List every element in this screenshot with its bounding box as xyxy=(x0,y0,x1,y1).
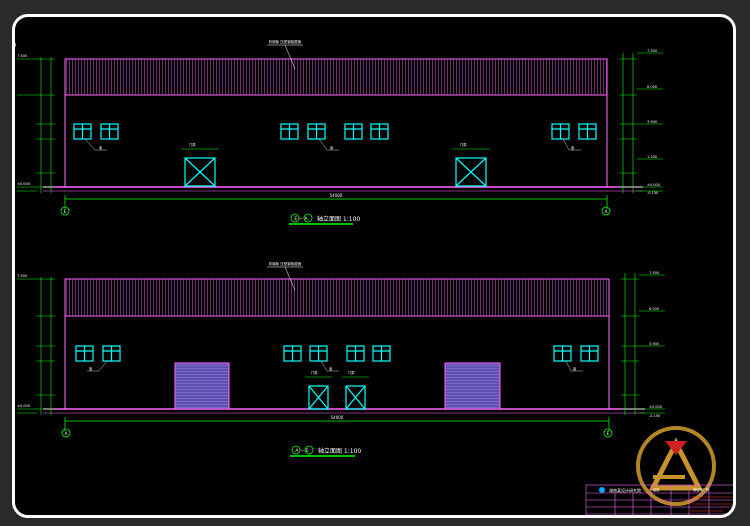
elevation-bottom: 54000 A E 彩钢板 压型钢板屋面 窗 窗 窗 门洞 门洞 7.500 6… xyxy=(17,261,665,457)
elevation-mark: 1.200 xyxy=(647,155,657,159)
elevation-title-axes: A — E xyxy=(295,448,308,454)
left-elevation-markers xyxy=(17,58,37,192)
elevation-mark: -0.150 xyxy=(647,191,658,195)
elevation-mark: ±0.000 xyxy=(647,183,660,187)
window-note: 窗 xyxy=(89,366,92,371)
elevation-mark: ±0.000 xyxy=(17,182,30,186)
window-group xyxy=(75,345,599,362)
window-note: 窗 xyxy=(571,145,574,150)
axis-label: E xyxy=(64,209,67,215)
roof-band xyxy=(64,58,608,96)
elevation-top: 54000 E A 彩钢板 压型钢板屋面 窗 窗 窗 门洞 门洞 7.500 6… xyxy=(17,39,663,225)
elevation-mark: 6.000 xyxy=(649,307,659,311)
window-note: 窗 xyxy=(99,145,102,150)
elevation-title: 轴立面图 1:100 xyxy=(317,215,360,223)
door-note: 门洞 xyxy=(311,370,317,375)
elevation-mark: 3.900 xyxy=(649,342,659,346)
window-note: 窗 xyxy=(330,145,333,150)
elevation-mark: 7.500 xyxy=(17,274,27,278)
door-group xyxy=(184,157,487,187)
elevation-mark: ±0.000 xyxy=(17,404,30,408)
cad-window: 54000 E A 彩钢板 压型钢板屋面 窗 窗 窗 门洞 门洞 7.500 6… xyxy=(0,0,750,526)
institute-name: 湖南某设计研究院 xyxy=(609,487,641,493)
axis-label: E xyxy=(607,431,610,437)
ucs-icon xyxy=(15,42,16,48)
sheet-label: 建施 xyxy=(653,487,660,492)
project-name: 钢结构厂房 xyxy=(693,487,709,492)
door-note: 门洞 xyxy=(460,142,466,147)
window-leaders xyxy=(87,360,583,372)
door-note: 门洞 xyxy=(348,370,354,375)
window-note: 窗 xyxy=(329,366,332,371)
left-dimension-chain xyxy=(36,57,55,193)
logo-watermark xyxy=(636,426,716,506)
institute-logo-icon xyxy=(599,487,605,493)
roller-shutter-door xyxy=(444,362,501,410)
window-group xyxy=(73,123,597,140)
elevation-mark: 7.500 xyxy=(649,271,659,275)
door-note: 门洞 xyxy=(189,142,195,147)
elevation-title: 轴立面图 1:100 xyxy=(318,447,361,455)
elevation-mark: -0.150 xyxy=(649,414,660,418)
dimension-total: 54000 xyxy=(330,193,343,198)
elevation-mark: 3.900 xyxy=(647,120,657,124)
door-group xyxy=(308,385,366,410)
dimension-total: 54000 xyxy=(331,415,344,420)
roof-band xyxy=(64,278,610,317)
elevation-title-axes: E — A xyxy=(294,216,308,222)
elevation-mark: 6.000 xyxy=(647,85,657,89)
elevation-mark: ±0.000 xyxy=(649,405,662,409)
roof-note: 彩钢板 压型钢板屋面 xyxy=(269,261,302,266)
drawing-viewport[interactable]: 54000 E A 彩钢板 压型钢板屋面 窗 窗 窗 门洞 门洞 7.500 6… xyxy=(12,14,736,518)
elevation-drawing: 54000 E A 彩钢板 压型钢板屋面 窗 窗 窗 门洞 门洞 7.500 6… xyxy=(15,39,733,515)
elevation-mark: 7.500 xyxy=(17,54,27,58)
window-note: 窗 xyxy=(573,366,576,371)
elevation-mark: 7.500 xyxy=(647,49,657,53)
left-dimension-chain xyxy=(17,277,55,415)
roller-shutter-door xyxy=(174,362,230,410)
roof-note: 彩钢板 压型钢板屋面 xyxy=(269,39,302,44)
